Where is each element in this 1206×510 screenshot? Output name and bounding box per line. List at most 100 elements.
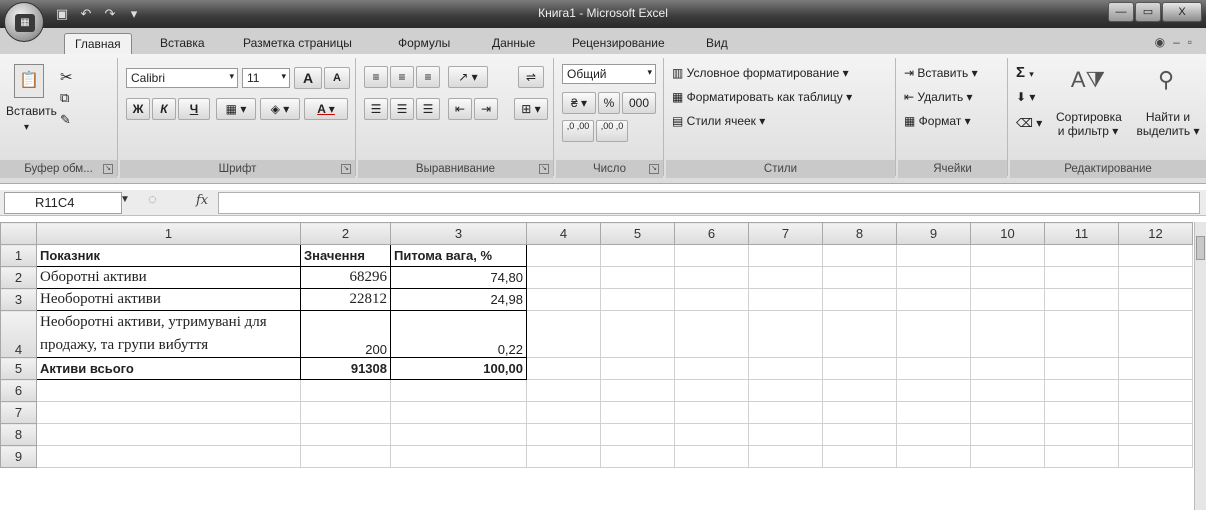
font-color-button[interactable]: A ▾ [304,98,348,120]
chevron-down-icon[interactable]: ▾ [647,67,652,78]
cell[interactable]: 24,98 [390,288,527,311]
cell[interactable] [674,244,749,267]
cell[interactable] [970,357,1045,380]
maximize-button[interactable]: ▭ [1135,2,1161,22]
insert-cells-button[interactable]: ⇥ Вставить ▾ [904,66,978,80]
cell[interactable] [970,310,1045,358]
cell[interactable] [970,379,1045,402]
cell[interactable] [674,379,749,402]
help-icon[interactable]: ◉–▫ [1155,35,1200,49]
cell[interactable]: Необоротні активи, утримувані для продаж… [36,310,301,358]
cell[interactable] [600,379,675,402]
binoculars-icon[interactable]: ⚲ [1148,62,1184,100]
align-left-icon[interactable]: ☰ [364,98,388,120]
cell[interactable] [822,288,897,311]
align-middle-icon[interactable]: ≡ [390,66,414,88]
row-header[interactable]: 2 [0,266,37,289]
cell[interactable] [1044,288,1119,311]
cell[interactable] [896,266,971,289]
cell[interactable] [36,423,301,446]
cell[interactable] [970,288,1045,311]
column-header[interactable]: 11 [1044,222,1119,245]
cell[interactable] [674,288,749,311]
cell[interactable] [896,310,971,358]
cell[interactable] [822,445,897,468]
row-header[interactable]: 1 [0,244,37,267]
fill-color-icon[interactable]: ◈ ▾ [260,98,300,120]
orientation-icon[interactable]: ↗ ▾ [448,66,488,88]
cell[interactable] [1044,445,1119,468]
cell[interactable] [526,423,601,446]
italic-button[interactable]: К [152,98,176,120]
cell[interactable] [822,379,897,402]
cell[interactable] [748,288,823,311]
cell[interactable] [526,266,601,289]
column-header[interactable]: 3 [390,222,527,245]
cell[interactable] [896,288,971,311]
underline-button[interactable]: Ч [178,98,210,120]
column-header[interactable]: 10 [970,222,1045,245]
cell[interactable] [748,266,823,289]
tab-formulas[interactable]: Формулы [398,33,450,54]
cell[interactable] [526,379,601,402]
sort-filter-icon[interactable]: A⧩ [1070,62,1106,100]
office-button[interactable]: ▦ [4,2,44,42]
cell[interactable] [1118,310,1193,358]
cell[interactable] [674,401,749,424]
borders-icon[interactable]: ▦ ▾ [216,98,256,120]
row-header[interactable]: 7 [0,401,37,424]
cell[interactable] [600,445,675,468]
column-header[interactable]: 6 [674,222,749,245]
cell[interactable] [600,266,675,289]
cell[interactable] [970,244,1045,267]
cell[interactable] [674,310,749,358]
fill-icon[interactable]: ⬇ ▾ [1016,90,1035,104]
cell[interactable] [1118,423,1193,446]
increase-decimal-button[interactable]: ,0 ,00 [562,120,594,142]
cell[interactable] [748,244,823,267]
cell[interactable] [1118,401,1193,424]
cell[interactable] [526,244,601,267]
cut-icon[interactable]: ✂ [60,68,73,86]
cell[interactable] [600,310,675,358]
cell[interactable] [1044,310,1119,358]
cell[interactable] [674,266,749,289]
paste-button[interactable]: Вставить [6,104,57,118]
cell[interactable] [1044,423,1119,446]
column-header[interactable]: 1 [36,222,301,245]
cell[interactable]: Питома вага, % [390,244,527,267]
cell[interactable] [970,401,1045,424]
cell[interactable] [600,357,675,380]
cell[interactable] [1118,266,1193,289]
cell[interactable] [970,445,1045,468]
cell[interactable]: Показник [36,244,301,267]
cell[interactable] [600,244,675,267]
format-as-table-button[interactable]: ▦ Форматировать как таблицу ▾ [672,90,852,104]
shrink-font-button[interactable]: A [324,67,350,89]
cell[interactable] [822,244,897,267]
formula-input[interactable] [218,192,1200,214]
column-header[interactable]: 8 [822,222,897,245]
cell[interactable] [600,423,675,446]
tab-review[interactable]: Рецензирование [572,33,665,54]
row-header[interactable]: 6 [0,379,37,402]
cancel-icon[interactable]: ◌ [148,191,157,208]
cell[interactable]: 200 [300,310,391,358]
font-launcher-icon[interactable]: ↘ [341,164,351,174]
column-header[interactable]: 2 [300,222,391,245]
bold-button[interactable]: Ж [126,98,150,120]
find-select-button[interactable]: Найти и выделить ▾ [1132,110,1204,138]
cell[interactable] [1044,244,1119,267]
cell-styles-button[interactable]: ▤ Стили ячеек ▾ [672,114,765,128]
cell[interactable] [822,310,897,358]
cell[interactable] [526,401,601,424]
cell[interactable] [390,445,527,468]
minimize-button[interactable]: — [1108,2,1134,22]
scrollbar-thumb[interactable] [1196,236,1205,260]
conditional-formatting-button[interactable]: ▥ Условное форматирование ▾ [672,66,849,80]
cell[interactable] [896,244,971,267]
tab-insert[interactable]: Вставка [160,33,205,54]
tab-view[interactable]: Вид [706,33,728,54]
cell[interactable] [822,357,897,380]
cell[interactable] [748,401,823,424]
